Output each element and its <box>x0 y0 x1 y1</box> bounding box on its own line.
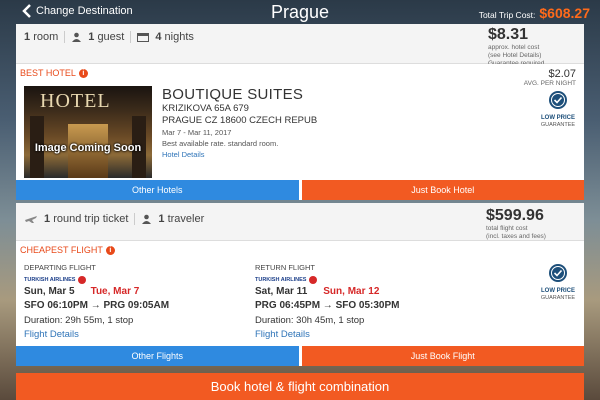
airplane-icon <box>25 216 37 223</box>
hotel-address-line-2: PRAGUE CZ 18600 CZECH REPUB <box>162 115 318 126</box>
calendar-icon <box>137 33 150 42</box>
avg-per-night: $2.07 AVG. PER NIGHT <box>524 68 576 87</box>
return-times: PRG 06:45PM → SFO 05:30PM <box>255 300 400 311</box>
rooms-label: room <box>33 31 59 43</box>
person-icon <box>142 214 152 224</box>
total-value: $608.27 <box>539 5 590 21</box>
departing-times: SFO 06:10PM → PRG 09:05AM <box>24 300 170 311</box>
rooms: 1 room <box>24 31 58 43</box>
image-coming-soon: Image Coming Soon <box>34 142 142 154</box>
total-trip-cost: Total Trip Cost: $608.27 <box>479 5 590 21</box>
cheapest-flight-label: CHEAPEST FLIGHT i <box>20 245 115 255</box>
hotel-cost: $8.31 approx. hotel cost (see Hotel Deta… <box>488 26 576 68</box>
airline-logo: TURKISH AIRLINES <box>255 276 400 284</box>
hotel-info: BOUTIQUE SUITES KRIZIKOVA 65A 679 PRAGUE… <box>162 86 317 161</box>
cheapest-flight-card: CHEAPEST FLIGHT i DEPARTING FLIGHT TURKI… <box>16 241 584 346</box>
return-header: RETURN FLIGHT <box>255 263 315 272</box>
best-hotel-text: BEST HOTEL <box>20 68 76 78</box>
per-night-value: $2.07 <box>548 68 576 80</box>
travelers-count: 1 <box>158 213 165 225</box>
hotel-name: BOUTIQUE SUITES <box>162 86 304 103</box>
return-flight-details-link[interactable]: Flight Details <box>255 329 400 340</box>
nights-count: 4 <box>155 31 162 43</box>
guarantee-line-2: GUARANTEE <box>540 122 576 128</box>
guarantee-line-1: LOW PRICE <box>541 115 575 121</box>
info-icon[interactable]: i <box>78 68 88 78</box>
return-duration: Duration: 30h 45m, 1 stop <box>255 315 365 326</box>
guarantee-seal-icon <box>549 264 567 282</box>
other-hotels-button[interactable]: Other Hotels <box>16 180 302 200</box>
departing-header: DEPARTING FLIGHT <box>24 263 96 272</box>
hotel-cost-note: approx. hotel cost <box>488 44 540 51</box>
guarantee-line-2: GUARANTEE <box>540 295 576 301</box>
cheapest-flight-text: CHEAPEST FLIGHT <box>20 245 103 255</box>
flight-cost-value: $599.96 <box>486 207 544 224</box>
tickets-label: round trip ticket <box>53 213 129 225</box>
guarantee-line-1: LOW PRICE <box>541 288 575 294</box>
guests-count: 1 <box>88 31 95 43</box>
return-flight: RETURN FLIGHT TURKISH AIRLINES Sat, Mar … <box>255 263 400 340</box>
arrive-date: Tue, Mar 7 <box>90 286 140 297</box>
hotel-summary-details: 1 room 1 guest 4 nights <box>24 31 194 43</box>
departing-flight-details-link[interactable]: Flight Details <box>24 329 169 340</box>
info-icon[interactable]: i <box>105 245 115 255</box>
hotel-address-line-1: KRIZIKOVA 65A 679 <box>162 103 249 114</box>
nights-label: nights <box>164 31 194 43</box>
guarantee-seal-icon <box>549 91 567 109</box>
divider <box>64 31 66 43</box>
divider <box>130 31 132 43</box>
hotel-details-link[interactable]: Hotel Details <box>162 149 317 161</box>
hotel-summary-bar: 1 room 1 guest 4 nights $8.31 approx. ho… <box>16 24 584 67</box>
just-book-hotel-button[interactable]: Just Book Hotel <box>301 180 584 200</box>
departing-dates: Sun, Mar 5 Tue, Mar 7 <box>24 286 169 297</box>
airline-name: TURKISH AIRLINES <box>24 277 76 283</box>
other-flights-button[interactable]: Other Flights <box>16 346 302 366</box>
total-label: Total Trip Cost: <box>478 10 536 20</box>
low-price-guarantee-badge: LOW PRICE GUARANTEE <box>538 263 578 302</box>
hotel-cost-value: $8.31 <box>488 26 529 43</box>
flight-cost-note-2: (incl. taxes and fees) <box>486 233 546 240</box>
hotel-dates: Mar 7 - Mar 11, 2017 <box>162 128 232 137</box>
hotel-cost-note-2: (see Hotel Details) <box>488 52 542 59</box>
guests-label: guest <box>97 31 125 43</box>
book-combination-button[interactable]: Book hotel & flight combination <box>16 373 584 400</box>
flight-actions: Other Flights Just Book Flight <box>16 346 584 366</box>
rooms-count: 1 <box>24 31 31 43</box>
return-arrive-date: Sun, Mar 12 <box>323 286 380 297</box>
person-icon <box>72 32 82 42</box>
airline-emblem-icon <box>309 276 318 284</box>
departing-flight: DEPARTING FLIGHT TURKISH AIRLINES Sun, M… <box>24 263 169 340</box>
low-price-guarantee-badge: LOW PRICE GUARANTEE <box>538 90 578 129</box>
airline-name: TURKISH AIRLINES <box>255 277 307 283</box>
tickets-count: 1 <box>44 213 51 225</box>
travelers: 1 traveler <box>158 213 204 225</box>
departing-duration: Duration: 29h 55m, 1 stop <box>24 315 134 326</box>
hotel-rate: Best available rate. standard room. <box>162 139 279 148</box>
flight-cost: $599.96 total flight cost (incl. taxes a… <box>486 207 578 241</box>
per-night-label: AVG. PER NIGHT <box>523 80 576 87</box>
flight-summary-bar: 1 round trip ticket 1 traveler $599.96 t… <box>16 203 584 241</box>
just-book-flight-button[interactable]: Just Book Flight <box>301 346 584 366</box>
airline-emblem-icon <box>78 276 87 284</box>
best-hotel-label: BEST HOTEL i <box>20 68 88 78</box>
hotel-image-sign: HOTEL <box>40 90 111 112</box>
airline-logo: TURKISH AIRLINES <box>24 276 169 284</box>
hotel-actions: Other Hotels Just Book Hotel <box>16 180 584 200</box>
guests: 1 guest <box>88 31 124 43</box>
flight-cost-note: total flight cost <box>486 225 528 232</box>
hotel-image: HOTEL Image Coming Soon <box>24 86 152 178</box>
depart-date: Sun, Mar 5 <box>24 286 75 297</box>
top-bar: Change Destination Prague Total Trip Cos… <box>0 0 600 24</box>
tickets: 1 round trip ticket <box>44 213 128 225</box>
best-hotel-card: BEST HOTEL i HOTEL Image Coming Soon BOU… <box>16 64 584 180</box>
return-dates: Sat, Mar 11 Sun, Mar 12 <box>255 286 400 297</box>
travelers-label: traveler <box>167 213 205 225</box>
nights: 4 nights <box>155 31 194 43</box>
flight-summary-details: 1 round trip ticket 1 traveler <box>24 213 204 225</box>
return-depart-date: Sat, Mar 11 <box>255 286 308 297</box>
divider <box>134 213 136 225</box>
